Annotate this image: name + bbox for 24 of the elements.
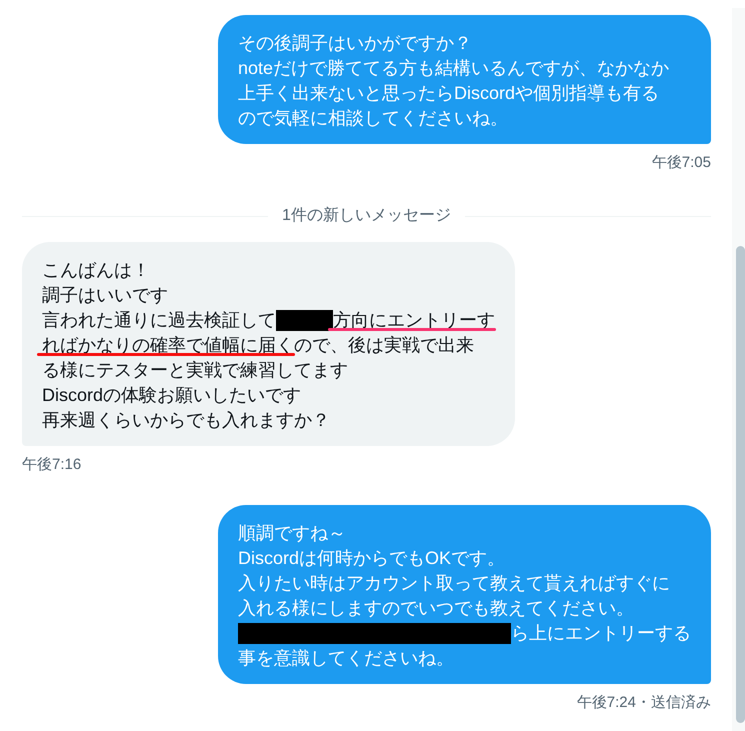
message-text: こんばんは！ — [42, 259, 150, 282]
message-text: 再来週くらいからでも入れますか？ — [42, 409, 330, 432]
message-text: 順調ですね～ — [238, 522, 346, 545]
message-text: 入れる様にしますのでいつでも教えてください。 — [238, 597, 634, 620]
message-timestamp: 午後7:16 — [22, 455, 82, 475]
message-text: 言われた通りに過去検証して — [42, 309, 276, 332]
message-text: 方向にエントリーす — [333, 309, 495, 332]
message-timestamp: 午後7:24・送信済み — [576, 693, 711, 713]
message-text: ので気軽に相談してくださいね。 — [238, 107, 508, 130]
message-text: 調子はいいです — [42, 284, 168, 307]
message-text: その後調子はいかがですか？ — [238, 32, 472, 55]
message-text: 上手く出来ないと思ったらDiscordや個別指導も有る — [238, 82, 660, 105]
message-text: 事を意識してくださいね。 — [238, 647, 454, 670]
message-text: noteだけで勝ててる方も結構いるんですが、なかなか — [238, 57, 670, 80]
message-text: Discordの体験お願いしたいです — [42, 384, 302, 407]
message-timestamp: 午後7:05 — [652, 153, 711, 173]
message-text: 入りたい時はアカウント取って教えて貰えればすぐに — [238, 572, 670, 595]
message-text: Discordは何時からでもOKです。 — [238, 547, 506, 570]
message-text: る様にテスターと実戦で練習してます — [42, 359, 348, 382]
scrollbar-thumb[interactable] — [736, 246, 745, 723]
message-text: ら上にエントリーする — [511, 622, 691, 645]
redaction-bar — [276, 310, 333, 331]
message-text: ので、後は実戦で出来 — [294, 334, 474, 357]
new-messages-label: 1件の新しいメッセージ — [282, 206, 451, 226]
